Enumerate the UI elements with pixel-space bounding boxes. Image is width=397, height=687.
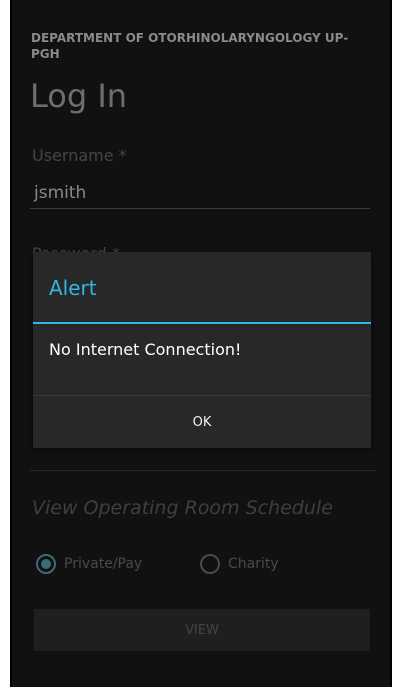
right-frame-border — [390, 0, 392, 687]
department-header: DEPARTMENT OF OTORHINOLARYNGOLOGY UP-PGH — [31, 31, 349, 61]
page-title: Log In — [30, 77, 128, 115]
radio-label: Private/Pay — [64, 556, 143, 572]
dialog-message: No Internet Connection! — [49, 340, 242, 359]
alert-dialog: Alert No Internet Connection! OK — [33, 252, 371, 448]
username-field[interactable]: jsmith — [34, 183, 86, 203]
radio-label: Charity — [228, 556, 279, 572]
app-screen: DEPARTMENT OF OTORHINOLARYNGOLOGY UP-PGH… — [12, 0, 390, 687]
schedule-section-title: View Operating Room Schedule — [32, 497, 333, 519]
radio-checked-icon[interactable] — [36, 554, 56, 574]
ok-button[interactable]: OK — [33, 396, 371, 448]
radio-charity[interactable]: Charity — [200, 553, 279, 575]
radio-private-pay[interactable]: Private/Pay — [36, 553, 142, 575]
section-divider — [30, 470, 375, 471]
radio-unchecked-icon[interactable] — [200, 554, 220, 574]
view-button[interactable]: VIEW — [34, 609, 370, 651]
username-label: Username * — [32, 146, 127, 165]
dialog-title: Alert — [49, 276, 97, 300]
dialog-title-divider — [33, 322, 371, 324]
username-underline — [30, 208, 370, 209]
